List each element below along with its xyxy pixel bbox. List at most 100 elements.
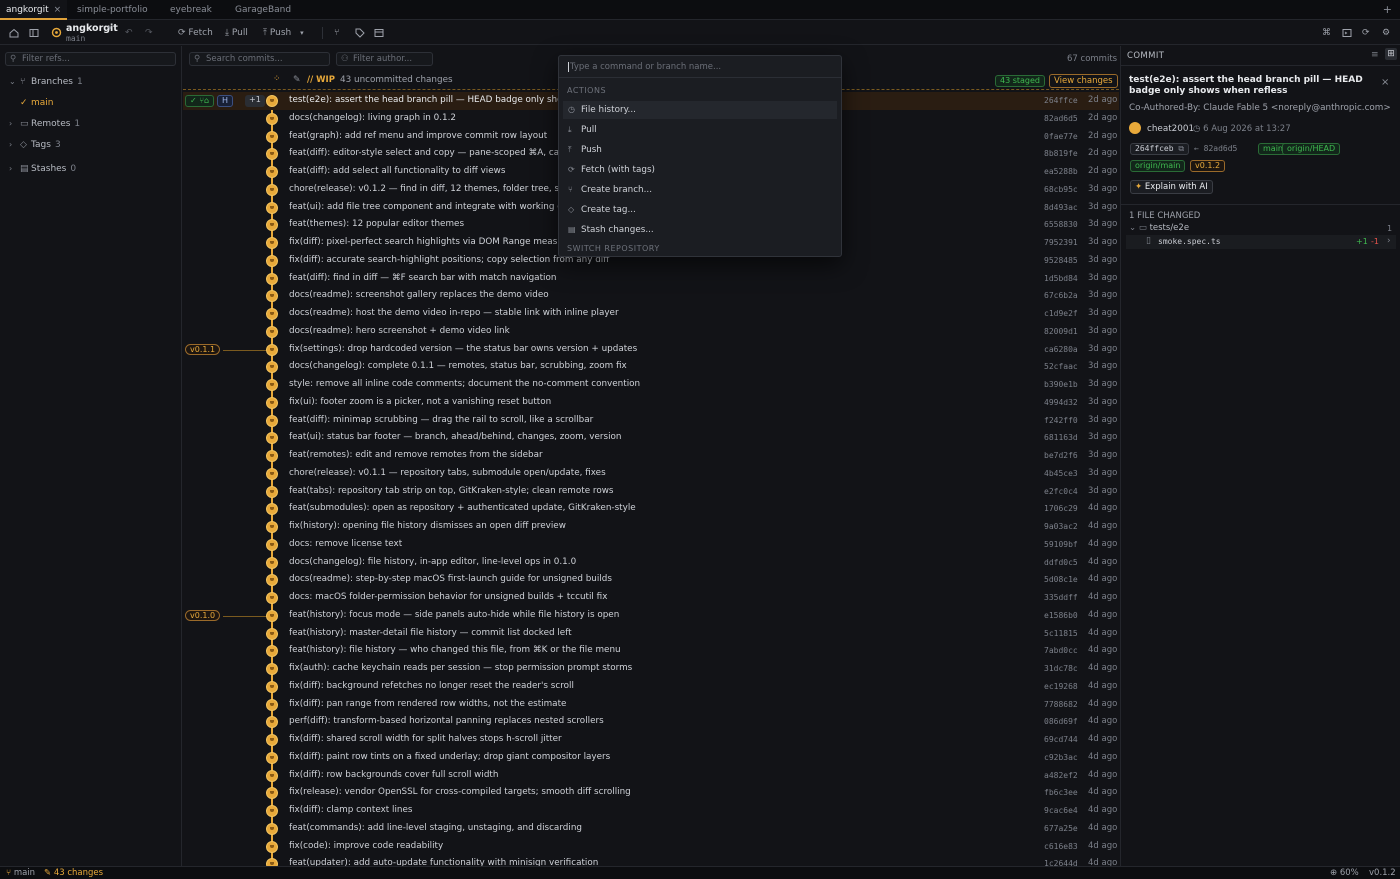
ref-pill-origin-head[interactable]: origin/HEAD (1282, 143, 1341, 155)
commit-sha: 086d69f (1044, 717, 1078, 727)
more-refs-badge[interactable]: +1 (245, 95, 265, 107)
command-fetch-with-tags[interactable]: ⟳ Fetch (with tags) (563, 161, 837, 179)
command-icon[interactable]: ⌘ (1322, 21, 1331, 45)
commit-row[interactable]: fix(history): opening file history dismi… (183, 518, 1119, 536)
file-row[interactable]: ▯ smoke.spec.ts +1 -1 › (1126, 235, 1396, 249)
sync-icon[interactable]: ⟳ (1362, 21, 1370, 45)
commit-row[interactable]: feat(diff): find in diff — ⌘F search bar… (183, 270, 1119, 288)
parent-sha[interactable]: ← 82ad6d5 (1194, 144, 1237, 153)
pull-button[interactable]: ⤓ Pull (225, 21, 248, 45)
tab-eyebreak[interactable]: eyebreak (170, 0, 212, 20)
commit-row[interactable]: fix(diff): clamp context lines 9cac6e4 4d … (183, 802, 1119, 820)
commit-row[interactable]: v0.1.1 fix(settings): drop hardcoded vers… (183, 341, 1119, 359)
status-version[interactable]: v0.1.2 (1369, 867, 1396, 879)
ref-pill-origin-main[interactable]: origin/main (1130, 160, 1186, 172)
home-icon[interactable] (9, 21, 19, 45)
commit-sha-badge[interactable]: 264ffceb ⧉ (1130, 143, 1190, 155)
commit-row[interactable]: docs: remove license text 59109bf 4d ago (183, 536, 1119, 554)
commit-row[interactable]: style: remove all inline code comments; … (183, 376, 1119, 394)
commit-row[interactable]: feat(updater): add auto-update functiona… (183, 855, 1119, 866)
command-push[interactable]: ⤒ Push (563, 141, 837, 159)
commit-row[interactable]: docs(readme): step-by-step macOS first-l… (183, 571, 1119, 589)
commit-row[interactable]: docs(changelog): complete 0.1.1 — remote… (183, 358, 1119, 376)
commit-row[interactable]: feat(commands): add line-level staging, … (183, 820, 1119, 838)
tab-simple-portfolio[interactable]: simple-portfolio (77, 0, 148, 20)
commit-row[interactable]: feat(history): master-detail file histor… (183, 625, 1119, 643)
ref-pill-tag[interactable]: v0.1.2 (1190, 160, 1226, 172)
command-stash-changes[interactable]: ▤ Stash changes... (563, 221, 837, 239)
tag-pill[interactable]: v0.1.1 (185, 343, 221, 355)
tab-angkorgit[interactable]: angkorgit × (0, 0, 68, 20)
commit-age: 2d ago (1088, 130, 1118, 141)
terminal-icon[interactable] (1342, 21, 1352, 45)
commit-row[interactable]: fix(release): vendor OpenSSL for cross-c… (183, 784, 1119, 802)
branch-icon[interactable]: ⑂ (334, 21, 339, 45)
avatar (266, 805, 278, 817)
commit-row[interactable]: feat(tabs): repository tab strip on top,… (183, 483, 1119, 501)
copy-icon[interactable]: ⧉ (1178, 144, 1184, 153)
sidebar-item-remotes[interactable]: › ▭ Remotes 1 (0, 115, 181, 133)
commit-row[interactable]: perf(diff): transform-based horizontal p… (183, 713, 1119, 731)
commit-row[interactable]: feat(remotes): edit and remove remotes f… (183, 447, 1119, 465)
commit-row[interactable]: docs(readme): host the demo video in-rep… (183, 305, 1119, 323)
view-changes-button[interactable]: View changes (1049, 74, 1118, 88)
fetch-button[interactable]: ⟳ Fetch (178, 21, 213, 45)
new-tab-icon[interactable]: + (1383, 0, 1392, 20)
avatar (266, 485, 278, 498)
commit-row[interactable]: docs(readme): screenshot gallery replace… (183, 287, 1119, 305)
commit-row[interactable]: fix(diff): row backgrounds cover full sc… (183, 767, 1119, 785)
tag-icon[interactable] (355, 21, 365, 45)
command-file-history[interactable]: ◷ File history... (563, 101, 837, 119)
commit-row[interactable]: docs(changelog): file history, in-app ed… (183, 554, 1119, 572)
sidebar-toggle-icon[interactable] (29, 21, 39, 45)
undo-icon[interactable]: ↶ (125, 21, 133, 45)
branch-ref-pill[interactable]: ✓ ⑂⌂ (185, 95, 215, 107)
commit-row[interactable]: docs(readme): hero screenshot + demo vid… (183, 323, 1119, 341)
push-button[interactable]: ⤒ Push ▾ (263, 21, 304, 45)
commit-row[interactable]: v0.1.0 feat(history): focus mode — side p… (183, 607, 1119, 625)
commit-row[interactable]: feat(history): file history — who change… (183, 642, 1119, 660)
commit-age: 3d ago (1088, 272, 1118, 283)
chevron-down-icon[interactable]: ▾ (300, 29, 304, 37)
commit-row[interactable]: fix(auth): cache keychain reads per sess… (183, 660, 1119, 678)
command-create-branch[interactable]: ⑂ Create branch... (563, 181, 837, 199)
tab-garageband[interactable]: GarageBand (235, 0, 291, 20)
tree-view-icon[interactable]: ⊞ (1385, 48, 1397, 60)
close-icon[interactable]: × (54, 5, 62, 15)
actions-section-header: ACTIONS (567, 86, 607, 95)
sidebar-item-branches[interactable]: ⌄ ⑂ Branches 1 (0, 73, 181, 91)
chevron-down-icon[interactable]: ▾ (108, 24, 112, 32)
tag-pill[interactable]: v0.1.0 (185, 609, 221, 621)
filter-author-input[interactable]: ⚇ Filter author... (336, 52, 433, 66)
close-icon[interactable]: × (1381, 77, 1389, 88)
list-view-icon[interactable]: ≡ (1371, 50, 1379, 60)
commit-row[interactable]: fix(diff): pan range from rendered row w… (183, 696, 1119, 714)
status-changes[interactable]: ✎ 43 changes (44, 867, 103, 879)
stash-icon[interactable] (374, 21, 384, 45)
commit-row[interactable]: fix(ui): footer zoom is a picker, not a … (183, 394, 1119, 412)
search-commits-input[interactable]: ⚲ Search commits... (189, 52, 330, 66)
folder-row[interactable]: ⌄ ▭ tests/e2e (1129, 223, 1189, 233)
commit-row[interactable]: fix(diff): paint row tints on a fixed un… (183, 749, 1119, 767)
command-pull[interactable]: ⤓ Pull (563, 121, 837, 139)
commit-row[interactable]: fix(code): improve code readability c616e… (183, 838, 1119, 856)
commit-row[interactable]: feat(submodules): open as repository + a… (183, 500, 1119, 518)
redo-icon[interactable]: ↷ (145, 21, 153, 45)
gear-icon[interactable]: ⚙ (1382, 21, 1390, 45)
commit-row[interactable]: feat(diff): minimap scrubbing — drag the… (183, 412, 1119, 430)
filter-refs-input[interactable]: ⚲ Filter refs... (5, 52, 176, 66)
commit-row[interactable]: feat(ui): status bar footer — branch, ah… (183, 429, 1119, 447)
commit-row[interactable]: fix(diff): shared scroll width for split… (183, 731, 1119, 749)
sidebar-item-tags[interactable]: › ◇ Tags 3 (0, 136, 181, 154)
command-input[interactable]: Type a command or branch name... (559, 56, 841, 78)
sidebar-item-stashes[interactable]: › ▤ Stashes 0 (0, 160, 181, 178)
commit-row[interactable]: fix(diff): background refetches no longe… (183, 678, 1119, 696)
status-zoom[interactable]: ⊕ 60% (1330, 867, 1359, 879)
command-create-tag[interactable]: ◇ Create tag... (563, 201, 837, 219)
head-badge[interactable]: H (217, 95, 234, 107)
commit-row[interactable]: chore(release): v0.1.1 — repository tabs… (183, 465, 1119, 483)
commit-row[interactable]: docs: macOS folder-permission behavior f… (183, 589, 1119, 607)
sidebar-item-branch-main[interactable]: ✓ main (0, 94, 181, 112)
status-branch[interactable]: ⑂ main (6, 867, 35, 879)
explain-with-ai-button[interactable]: ✦ Explain with AI (1130, 180, 1213, 194)
